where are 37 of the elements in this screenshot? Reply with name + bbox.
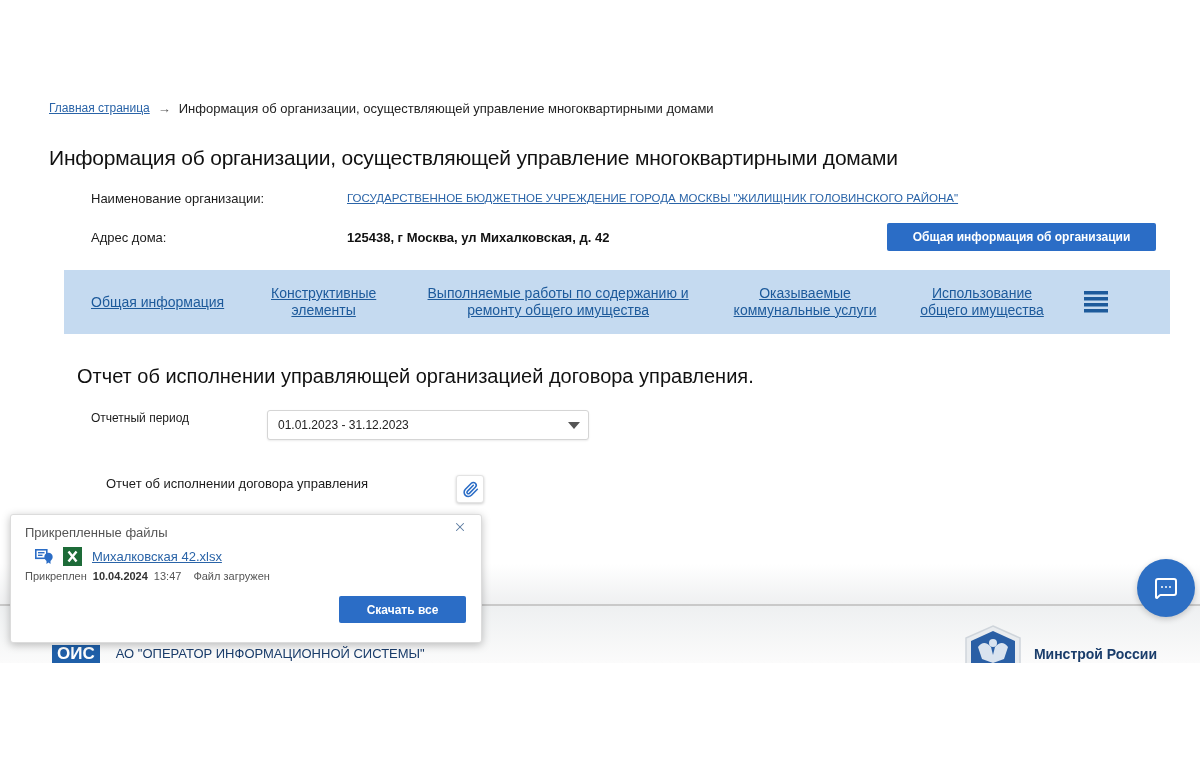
file-date: 10.04.2024	[92, 570, 148, 582]
chat-icon	[1154, 576, 1178, 600]
menu-icon[interactable]	[1083, 291, 1108, 313]
organization-info-button[interactable]: Общая информация об организации	[887, 223, 1156, 251]
file-time: 13:47	[153, 570, 182, 582]
document-label: Отчет об исполнении договора управления	[106, 475, 369, 492]
organization-link[interactable]: ГОСУДАРСТВЕННОЕ БЮДЖЕТНОЕ УЧРЕЖДЕНИЕ ГОРОДА МОСКВЫ "ЖИЛИЩНИК ГОЛОВИНСКОГО РАЙОНА"	[347, 192, 959, 204]
field-label: Адрес дома:	[91, 229, 168, 245]
nav-link[interactable]: Использование общего имущества	[917, 285, 1047, 319]
nav-link[interactable]: Оказываемые коммунальные услуги	[730, 285, 881, 319]
field-label: Отчетный период	[91, 410, 191, 425]
certificate-icon	[35, 549, 53, 564]
popup-title: Прикрепленные файлы	[25, 525, 168, 541]
breadcrumb-link[interactable]: Главная страница	[49, 101, 150, 115]
nav-link[interactable]: Выполняемые работы по содержанию и ремонту общего имущества	[423, 285, 694, 319]
field-label: Наименование организации:	[91, 190, 266, 206]
file-status: Файл загружен	[193, 570, 270, 582]
caret-icon	[568, 421, 580, 429]
section-title: Отчет об исполнении управляющей организацией договора управления.	[77, 364, 755, 388]
breadcrumb-current: Информация об организации, осуществляющей управление многоквартирными домами	[178, 100, 714, 116]
file-meta-label: Прикреплен	[25, 570, 87, 582]
period-select[interactable]: 01.01.2023 - 31.12.2023	[267, 410, 589, 440]
operator-logo: ОИС	[52, 645, 100, 663]
nav-link[interactable]: Общая информация	[91, 293, 225, 311]
operator-name: АО "ОПЕРАТОР ИНФОРМАЦИОННОЙ СИСТЕМЫ"	[115, 646, 425, 663]
breadcrumb-separator: →	[157, 100, 171, 116]
file-link[interactable]: Михалковская 42.xlsx	[92, 549, 222, 564]
nav-link[interactable]: Конструктивные элементы	[261, 285, 387, 319]
page-title: Информация об организации, осуществляющей управление многоквартирными домами	[49, 145, 899, 171]
attachments-button[interactable]	[456, 475, 484, 503]
ministry-name[interactable]: Минстрой России	[1033, 646, 1157, 663]
close-icon[interactable]	[453, 520, 467, 534]
paperclip-icon	[461, 480, 479, 498]
field-value: 125438, г Москва, ул Михалковская, д. 42	[347, 229, 610, 245]
spreadsheet-file-icon	[63, 547, 82, 566]
download-all-button[interactable]: Скачать все	[339, 596, 466, 623]
shield-emblem-icon	[963, 625, 1022, 663]
